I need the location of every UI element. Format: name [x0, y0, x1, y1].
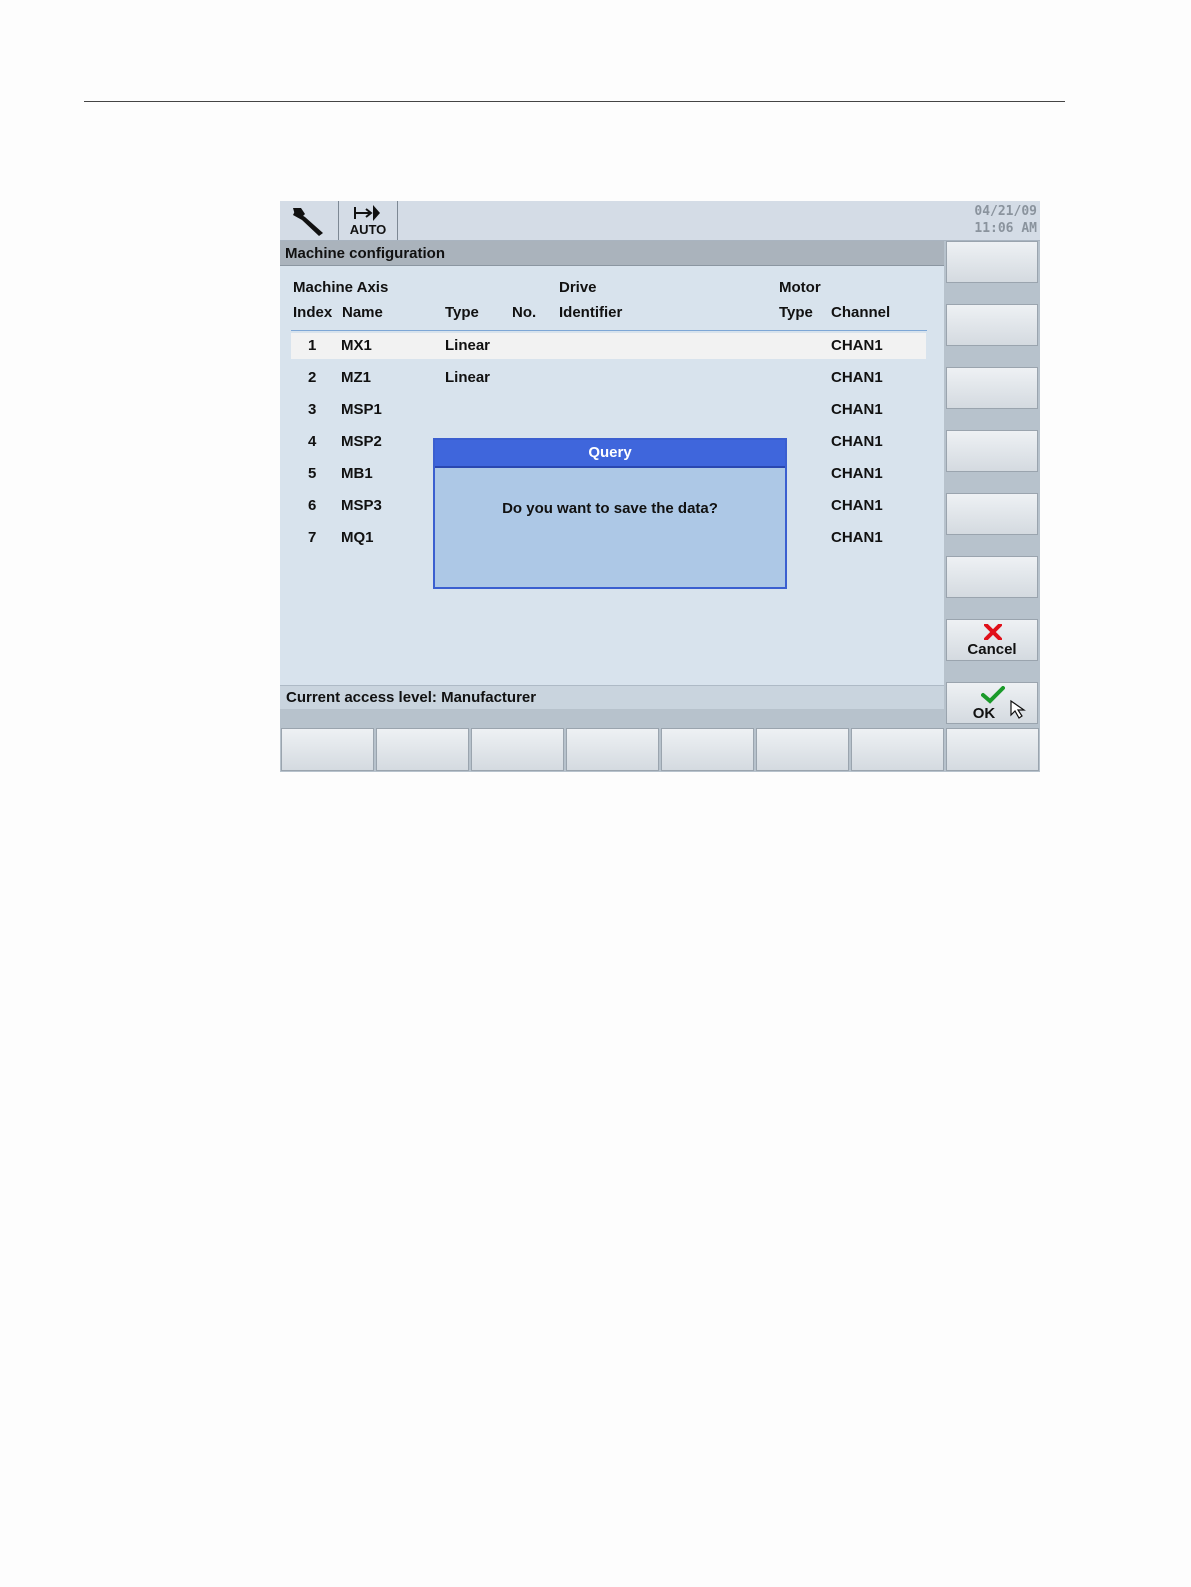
row-name: MQ1	[341, 529, 374, 546]
row-channel: CHAN1	[831, 497, 883, 514]
vertical-softkey-2[interactable]	[946, 304, 1038, 346]
col-type: Type	[445, 304, 479, 321]
horizontal-softkey-4[interactable]	[566, 728, 659, 771]
table-row[interactable]: 2 MZ1 Linear CHAN1	[291, 365, 926, 391]
horizontal-softkey-3[interactable]	[471, 728, 564, 771]
ok-button[interactable]: OK	[946, 682, 1038, 724]
hmi-screen: AUTO 04/21/09 11:06 AM Machine configura…	[280, 201, 1040, 772]
row-channel: CHAN1	[831, 337, 883, 354]
row-index: 5	[308, 465, 317, 482]
row-name: MZ1	[341, 369, 371, 386]
vertical-softkey-5[interactable]	[946, 493, 1038, 535]
window-title: Machine configuration	[280, 241, 944, 266]
horizontal-softkey-8[interactable]	[946, 728, 1039, 771]
row-name: MSP3	[341, 497, 382, 514]
vertical-softkey-3[interactable]	[946, 367, 1038, 409]
row-index: 3	[308, 401, 317, 418]
col-identifier: Identifier	[559, 304, 623, 321]
row-channel: CHAN1	[831, 433, 883, 450]
row-channel: CHAN1	[831, 465, 883, 482]
horizontal-softkey-5[interactable]	[661, 728, 754, 771]
date-time: 04/21/09 11:06 AM	[974, 203, 1037, 237]
auto-mode-icon[interactable]: AUTO	[339, 201, 398, 240]
col-motor-type: Type	[779, 304, 813, 321]
mode-label: AUTO	[349, 222, 387, 237]
cancel-button[interactable]: Cancel	[946, 619, 1038, 661]
row-name: MSP1	[341, 401, 382, 418]
row-channel: CHAN1	[831, 369, 883, 386]
vertical-softkey-6[interactable]	[946, 556, 1038, 598]
header-motor: Motor	[779, 279, 821, 296]
cancel-label: Cancel	[967, 641, 1017, 658]
mouse-cursor-icon	[1010, 699, 1026, 719]
row-index: 4	[308, 433, 317, 450]
row-index: 1	[308, 337, 317, 354]
time-text: 11:06 AM	[974, 221, 1037, 236]
col-index: Index	[293, 304, 333, 321]
row-name: MSP2	[341, 433, 382, 450]
header-drive: Drive	[559, 279, 597, 296]
header-machine-axis: Machine Axis	[293, 279, 389, 296]
query-dialog: Query Do you want to save the data?	[433, 438, 787, 589]
vertical-softkey-1[interactable]	[946, 241, 1038, 283]
row-type: Linear	[445, 369, 491, 386]
table-row[interactable]: 1 MX1 Linear CHAN1	[291, 333, 926, 359]
header-divider	[291, 330, 927, 331]
row-channel: CHAN1	[831, 401, 883, 418]
horizontal-softkey-7[interactable]	[851, 728, 944, 771]
page-rule	[84, 101, 1065, 102]
main-panel: Machine configuration Machine Axis Drive…	[280, 241, 944, 709]
horizontal-softkey-2[interactable]	[376, 728, 469, 771]
table-row[interactable]: 3 MSP1 CHAN1	[291, 397, 926, 423]
col-name: Name	[342, 304, 383, 321]
horizontal-softkey-1[interactable]	[281, 728, 374, 771]
row-name: MX1	[341, 337, 372, 354]
top-bar: AUTO 04/21/09 11:06 AM	[280, 201, 1040, 241]
dialog-title: Query	[435, 440, 785, 468]
dialog-message: Do you want to save the data?	[502, 500, 718, 517]
row-index: 2	[308, 369, 317, 386]
status-bar: Current access level: Manufacturer	[280, 685, 944, 709]
date-text: 04/21/09	[974, 204, 1037, 219]
ok-check-icon	[981, 686, 1005, 704]
col-channel: Channel	[831, 304, 891, 321]
row-name: MB1	[341, 465, 373, 482]
row-index: 6	[308, 497, 317, 514]
col-no: No.	[512, 304, 537, 321]
vertical-softkey-4[interactable]	[946, 430, 1038, 472]
wrench-icon[interactable]	[280, 201, 339, 240]
row-type: Linear	[445, 337, 491, 354]
horizontal-softkey-6[interactable]	[756, 728, 849, 771]
row-channel: CHAN1	[831, 529, 883, 546]
row-index: 7	[308, 529, 317, 546]
cancel-x-icon	[984, 624, 1002, 640]
